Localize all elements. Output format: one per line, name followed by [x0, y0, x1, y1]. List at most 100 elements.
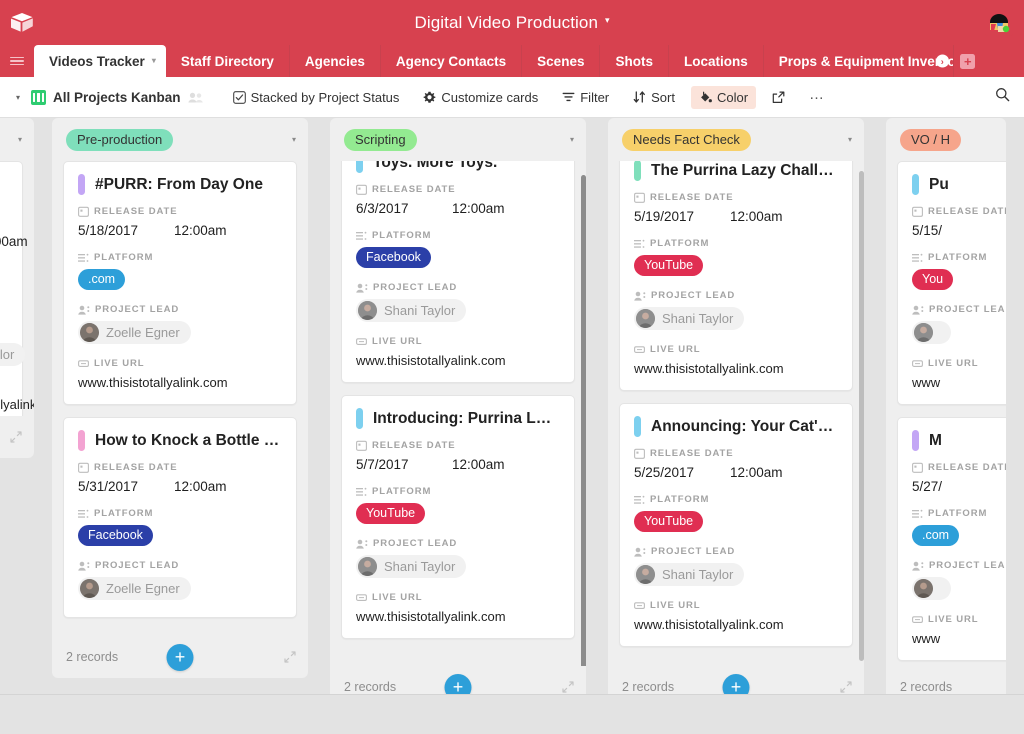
release-date-value: 5/25/2017: [634, 465, 730, 480]
collaborators-icon[interactable]: [188, 92, 203, 103]
select-field-icon: [912, 509, 923, 519]
search-button[interactable]: [995, 87, 1010, 107]
stack-chip-pre-production: Pre-production: [66, 129, 173, 151]
platform-tag: .com: [912, 525, 959, 546]
tab-props-equipment-inventory[interactable]: Props & Equipment Inventory ›: [764, 45, 954, 77]
tab-label: Agency Contacts: [396, 54, 506, 69]
stack-cards: The Purrina Lazy Chall… RELEASE DATE 5/1…: [608, 161, 864, 666]
live-url-value[interactable]: www.thisistotallyalink.com: [356, 353, 560, 368]
stack-header[interactable]: Scripting ▾: [330, 118, 586, 161]
expand-stack-icon[interactable]: [562, 681, 574, 693]
field-label-project-lead: PROJECT LEAD: [78, 560, 282, 571]
kanban-card[interactable]: M RELEASE DATE 5/27/ PLATFORM .com PROJE…: [897, 417, 1006, 661]
avatar: [914, 323, 933, 342]
view-sidebar-toggle-icon[interactable]: ▾: [16, 93, 20, 102]
live-url-value[interactable]: www: [912, 631, 1006, 646]
add-table-button[interactable]: +: [954, 45, 982, 77]
chevron-down-icon[interactable]: ▾: [292, 135, 296, 144]
user-avatar[interactable]: [985, 8, 1013, 36]
stack-header[interactable]: Needs Fact Check ▾: [608, 118, 864, 161]
hamburger-menu-icon[interactable]: [0, 45, 34, 77]
kanban-card[interactable]: How to Knock a Bottle … RELEASE DATE 5/3…: [63, 417, 297, 618]
filter-button[interactable]: Filter: [554, 86, 617, 109]
release-date-value: 5/18/2017: [78, 223, 174, 238]
live-url-value[interactable]: www: [912, 375, 1006, 390]
tab-staff-directory[interactable]: Staff Directory: [166, 45, 290, 77]
color-button[interactable]: Color: [691, 86, 756, 109]
platform-tag: YouTube: [634, 511, 703, 532]
stack-header[interactable]: In Progress ▾: [0, 118, 34, 161]
field-value-release-date: 5/20/2017 12:00am: [0, 234, 8, 249]
field-label-release-date: RELEASE DATE: [912, 206, 1006, 217]
sort-label: Sort: [651, 90, 675, 105]
calendar-icon: [356, 184, 367, 195]
live-url-value[interactable]: www.thisistotallyalink.com: [356, 609, 560, 624]
release-date-value: 5/19/2017: [634, 209, 730, 224]
live-url-value[interactable]: www.thisistotallyalink.com: [634, 361, 838, 376]
url-icon: [912, 359, 923, 368]
view-name[interactable]: All Projects Kanban: [53, 90, 181, 105]
field-label-platform: PLATFORM: [634, 238, 838, 249]
more-options-button[interactable]: …: [801, 85, 833, 110]
share-view-button[interactable]: [764, 87, 793, 108]
airtable-logo-icon[interactable]: [0, 0, 44, 45]
stack-cards: Toys. More Toys. RELEASE DATE 6/3/2017 1…: [330, 161, 586, 666]
chevron-down-icon[interactable]: ▾: [848, 135, 852, 144]
field-label-project-lead: PROJECT LEAD: [634, 290, 838, 301]
project-lead-pill: Shani Taylor: [356, 299, 466, 322]
sort-icon: [633, 91, 646, 103]
expand-stack-icon[interactable]: [10, 431, 22, 443]
sort-button[interactable]: Sort: [625, 86, 683, 109]
kanban-board: In Progress ▾ 2nd Annual Purri… RELEASE …: [0, 118, 1024, 714]
stack-field-icon: [233, 91, 246, 104]
kanban-card[interactable]: Pu RELEASE DATE 5/15/ PLATFORM You PROJE…: [897, 161, 1006, 405]
field-label-platform: PLATFORM: [78, 508, 282, 519]
stack-header[interactable]: VO / H: [886, 118, 1006, 161]
tab-videos-tracker[interactable]: Videos Tracker ▾: [34, 45, 166, 77]
expand-stack-icon[interactable]: [284, 651, 296, 663]
live-url-value[interactable]: www.thisistotallyalink.com: [78, 375, 282, 390]
stack-vertical-scrollbar[interactable]: [859, 171, 864, 661]
field-label-release-date: RELEASE DATE: [634, 448, 838, 459]
view-toolbar: ▾ All Projects Kanban Stacked by Project…: [0, 77, 1024, 118]
release-time-value: 12:00am: [452, 201, 505, 216]
board-horizontal-scrollbar[interactable]: [0, 694, 1024, 714]
stack-header[interactable]: Pre-production ▾: [52, 118, 308, 161]
field-label-live-url: LIVE URL: [634, 344, 838, 355]
tab-overflow-icon[interactable]: ›: [936, 55, 949, 68]
expand-stack-icon[interactable]: [840, 681, 852, 693]
base-title-caret-icon[interactable]: ▾: [605, 15, 610, 26]
chevron-down-icon[interactable]: ▾: [18, 135, 22, 144]
release-time-value: 12:00am: [0, 234, 28, 249]
kanban-card[interactable]: Introducing: Purrina Lo… RELEASE DATE 5/…: [341, 395, 575, 639]
card-title: 2nd Annual Purri…: [0, 176, 8, 194]
kanban-card[interactable]: The Purrina Lazy Chall… RELEASE DATE 5/1…: [619, 161, 853, 391]
kanban-card[interactable]: 2nd Annual Purri… RELEASE DATE 5/20/2017…: [0, 161, 23, 416]
customize-cards-button[interactable]: Customize cards: [415, 86, 546, 109]
chevron-down-icon[interactable]: ▾: [152, 56, 156, 65]
tab-shots[interactable]: Shots: [600, 45, 669, 77]
platform-tag: YouTube: [634, 255, 703, 276]
kanban-card[interactable]: #PURR: From Day One RELEASE DATE 5/18/20…: [63, 161, 297, 405]
tab-locations[interactable]: Locations: [669, 45, 764, 77]
live-url-value[interactable]: www.thisistotallyalink.com: [0, 397, 8, 412]
calendar-icon: [634, 192, 645, 203]
tab-agencies[interactable]: Agencies: [290, 45, 381, 77]
add-record-button[interactable]: +: [167, 644, 194, 671]
kanban-stack-pre-production: Pre-production ▾ #PURR: From Day One REL…: [52, 118, 308, 678]
field-label-release-date: RELEASE DATE: [78, 462, 282, 473]
stack-vertical-scrollbar[interactable]: [581, 175, 586, 666]
tab-scenes[interactable]: Scenes: [522, 45, 600, 77]
tab-agency-contacts[interactable]: Agency Contacts: [381, 45, 522, 77]
calendar-icon: [78, 206, 89, 217]
kanban-card[interactable]: Announcing: Your Cat'… RELEASE DATE 5/25…: [619, 403, 853, 647]
project-lead-name: Shani Taylor: [662, 567, 733, 582]
stacked-by-button[interactable]: Stacked by Project Status: [225, 86, 408, 109]
base-title[interactable]: Digital Video Production: [414, 13, 598, 33]
project-lead-name: Shani Taylor: [0, 347, 14, 362]
kanban-card[interactable]: Toys. More Toys. RELEASE DATE 6/3/2017 1…: [341, 161, 575, 383]
chevron-down-icon[interactable]: ▾: [570, 135, 574, 144]
stacked-by-label: Stacked by Project Status: [251, 90, 400, 105]
live-url-value[interactable]: www.thisistotallyalink.com: [634, 617, 838, 632]
card-title: #PURR: From Day One: [95, 176, 263, 194]
